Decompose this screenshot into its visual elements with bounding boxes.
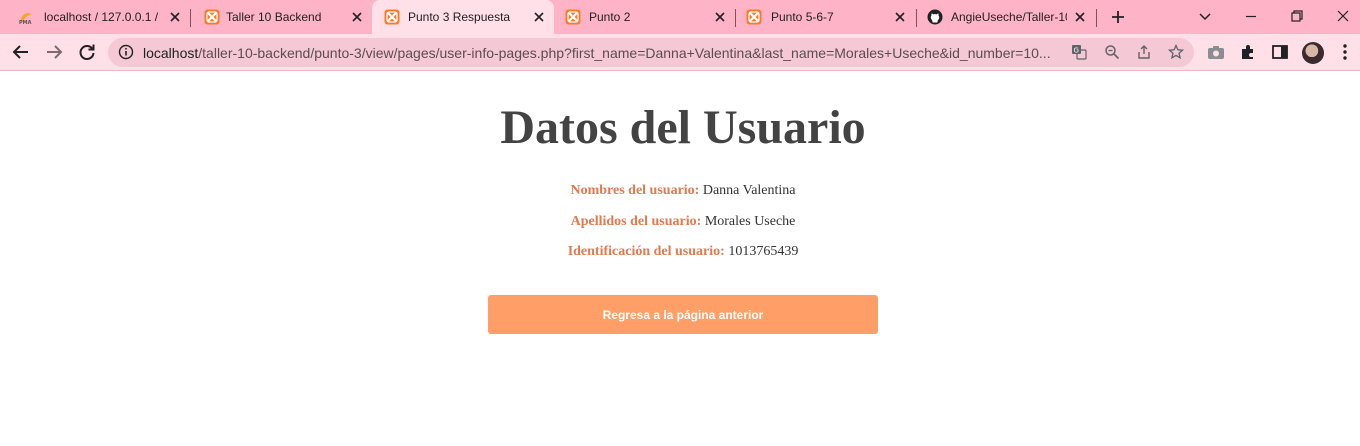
address-url[interactable]: localhost/taller-10-backend/punto-3/view… [143, 45, 1073, 61]
address-host: localhost [143, 45, 199, 61]
xampp-icon [565, 9, 581, 25]
address-bar[interactable]: localhost/taller-10-backend/punto-3/view… [108, 38, 1194, 67]
restore-icon[interactable] [1289, 8, 1305, 24]
tab-title: AngieUseche/Taller-10 [951, 10, 1067, 24]
back-arrow-icon[interactable] [11, 42, 31, 62]
tab-phpmyadmin[interactable]: PMA localhost / 127.0.0.1 / [0, 0, 190, 34]
close-icon[interactable] [713, 10, 727, 24]
close-icon[interactable] [532, 10, 546, 24]
reload-icon[interactable] [77, 42, 97, 62]
minimize-icon[interactable] [1243, 8, 1259, 24]
profile-avatar[interactable] [1302, 42, 1324, 64]
id-number-value: 1013765439 [728, 244, 799, 259]
tab-search-chevron-icon[interactable] [1197, 8, 1213, 24]
tab-strip: PMA localhost / 127.0.0.1 / Taller 10 Ba… [0, 0, 1360, 34]
bookmark-star-icon[interactable] [1168, 44, 1184, 60]
tab-taller-10-backend[interactable]: Taller 10 Backend [186, 0, 372, 34]
tab-title: localhost / 127.0.0.1 / [44, 10, 159, 24]
tab-separator [1096, 9, 1097, 27]
xampp-icon [746, 9, 762, 25]
zoom-icon[interactable] [1104, 44, 1120, 60]
close-icon[interactable] [350, 10, 364, 24]
forward-arrow-icon[interactable] [44, 42, 64, 62]
xampp-icon [384, 9, 400, 25]
menu-kebab-icon[interactable] [1335, 42, 1355, 62]
back-to-previous-page-button[interactable]: Regresa a la página anterior [488, 295, 878, 334]
last-name-label: Apellidos del usuario: [570, 214, 702, 229]
svg-text:G: G [1074, 47, 1079, 55]
tab-punto-3-respuesta[interactable]: Punto 3 Respuesta [372, 0, 554, 34]
tab-title: Punto 3 Respuesta [408, 10, 511, 24]
tab-punto-2[interactable]: Punto 2 [554, 0, 736, 34]
github-icon [927, 9, 943, 25]
side-panel-icon[interactable] [1270, 42, 1290, 62]
svg-text:PMA: PMA [19, 20, 32, 25]
first-name-value: Danna Valentina [702, 183, 796, 198]
page-title: Datos del Usuario [500, 101, 866, 154]
close-icon[interactable] [1073, 10, 1087, 24]
last-name-value: Morales Useche [704, 214, 796, 229]
extensions-puzzle-icon[interactable] [1238, 42, 1258, 62]
id-number-row: Identificación del usuario: 1013765439 [0, 243, 1360, 261]
tab-title: Punto 5-6-7 [771, 10, 834, 24]
xampp-icon [204, 9, 220, 25]
camera-icon[interactable] [1206, 43, 1226, 63]
phpmyadmin-icon: PMA [19, 13, 32, 25]
first-name-row: Nombres del usuario: Danna Valentina [0, 182, 1360, 200]
close-window-icon[interactable] [1335, 8, 1351, 24]
tab-title: Taller 10 Backend [226, 10, 322, 24]
tab-title: Punto 2 [589, 10, 631, 24]
first-name-label: Nombres del usuario: [570, 183, 700, 198]
site-info-icon[interactable] [118, 44, 134, 60]
tab-github[interactable]: AngieUseche/Taller-10 [917, 0, 1097, 34]
new-tab-icon[interactable] [1109, 8, 1127, 26]
close-icon[interactable] [893, 10, 907, 24]
id-number-label: Identificación del usuario: [567, 244, 725, 259]
translate-icon[interactable]: G [1071, 44, 1087, 60]
address-path: /taller-10-backend/punto-3/view/pages/us… [198, 45, 1051, 61]
tab-punto-5-6-7[interactable]: Punto 5-6-7 [736, 0, 916, 34]
last-name-row: Apellidos del usuario: Morales Useche [0, 213, 1360, 231]
browser-toolbar: localhost/taller-10-backend/punto-3/view… [0, 34, 1360, 71]
close-icon[interactable] [168, 10, 182, 24]
share-icon[interactable] [1136, 44, 1152, 60]
